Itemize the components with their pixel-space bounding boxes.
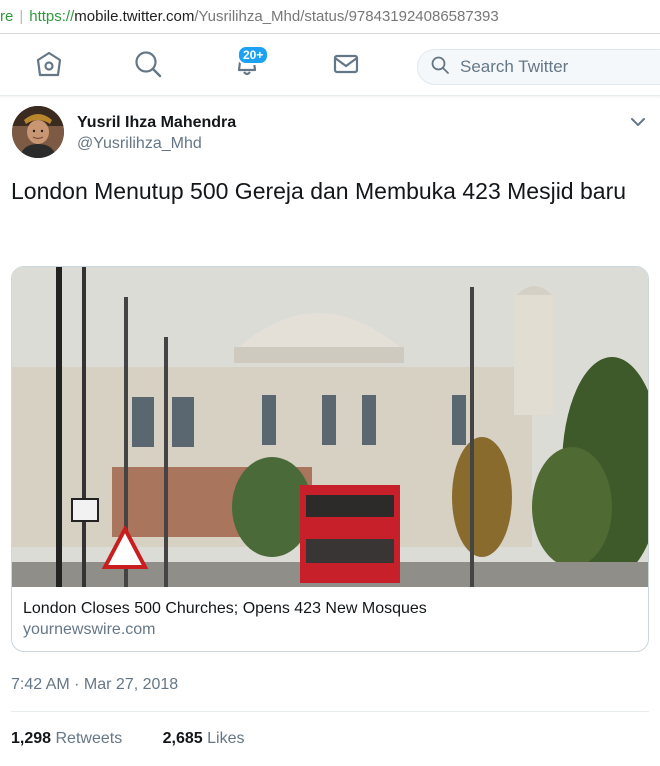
author-handle[interactable]: @Yusrilihza_Mhd xyxy=(77,135,202,153)
search-icon[interactable] xyxy=(133,49,163,79)
url-secure-label: re xyxy=(0,8,14,25)
divider xyxy=(11,711,649,712)
search-box[interactable] xyxy=(417,49,660,85)
link-card[interactable]: London Closes 500 Churches; Opens 423 Ne… xyxy=(11,266,649,652)
author-avatar[interactable] xyxy=(12,106,64,158)
messages-icon[interactable] xyxy=(331,49,361,79)
tweet-stats: 1,298 Retweets 2,685 Likes xyxy=(11,730,245,748)
search-box-icon xyxy=(430,55,450,80)
url-host: mobile.twitter.com xyxy=(74,8,195,25)
card-title[interactable]: London Closes 500 Churches; Opens 423 Ne… xyxy=(23,600,427,618)
retweets-stat[interactable]: 1,298 Retweets xyxy=(11,730,122,747)
top-navigation-bar: 20+ xyxy=(0,34,660,96)
retweets-count: 1,298 xyxy=(11,730,52,747)
browser-url-bar[interactable]: re | https:// mobile.twitter.com /Yusril… xyxy=(0,0,660,34)
likes-stat[interactable]: 2,685 Likes xyxy=(163,730,245,747)
search-input[interactable] xyxy=(460,57,640,77)
url-path: /Yusrilihza_Mhd/status/97843192408658739… xyxy=(194,8,499,25)
url-separator: | xyxy=(19,8,24,25)
chevron-down-icon[interactable] xyxy=(628,112,648,132)
author-name[interactable]: Yusril Ihza Mahendra xyxy=(77,114,236,132)
retweets-label: Retweets xyxy=(55,730,123,747)
home-icon[interactable] xyxy=(34,49,64,79)
card-domain: yournewswire.com xyxy=(23,621,156,638)
tweet-timestamp[interactable]: 7:42 AM · Mar 27, 2018 xyxy=(11,676,178,694)
likes-label: Likes xyxy=(207,730,245,747)
likes-count: 2,685 xyxy=(162,730,203,747)
notification-badge: 20+ xyxy=(237,45,270,65)
tweet-text: London Menutup 500 Gereja dan Membuka 42… xyxy=(11,178,627,204)
url-scheme: https:// xyxy=(29,8,75,25)
card-image xyxy=(12,267,648,587)
